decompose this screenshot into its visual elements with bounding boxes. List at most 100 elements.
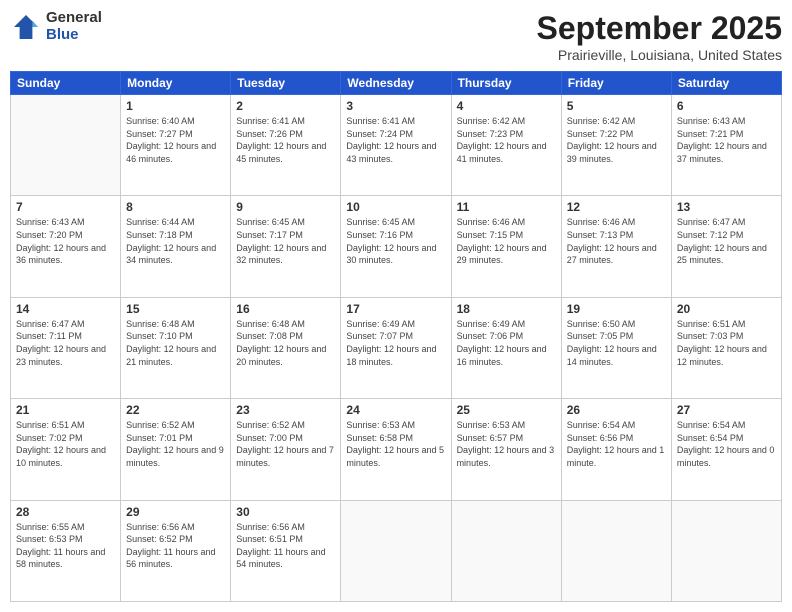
sunset-text: Sunset: 7:16 PM (346, 230, 413, 240)
sunset-text: Sunset: 7:20 PM (16, 230, 83, 240)
sunset-text: Sunset: 6:56 PM (567, 433, 634, 443)
day-number: 26 (567, 403, 666, 417)
day-number: 25 (457, 403, 556, 417)
daylight-text: Daylight: 12 hours and 36 minutes. (16, 243, 106, 266)
daylight-text: Daylight: 12 hours and 25 minutes. (677, 243, 767, 266)
sunset-text: Sunset: 6:54 PM (677, 433, 744, 443)
calendar-week-row: 7Sunrise: 6:43 AMSunset: 7:20 PMDaylight… (11, 196, 782, 297)
title-block: September 2025 Prairieville, Louisiana, … (537, 10, 782, 63)
sunset-text: Sunset: 7:24 PM (346, 129, 413, 139)
day-info: Sunrise: 6:54 AMSunset: 6:56 PMDaylight:… (567, 419, 666, 469)
day-number: 24 (346, 403, 445, 417)
sunrise-text: Sunrise: 6:54 AM (567, 420, 636, 430)
day-number: 30 (236, 505, 335, 519)
logo-blue-text: Blue (46, 27, 102, 44)
day-number: 4 (457, 99, 556, 113)
page: General Blue September 2025 Prairieville… (0, 0, 792, 612)
logo-text: General Blue (46, 10, 102, 43)
day-info: Sunrise: 6:46 AMSunset: 7:15 PMDaylight:… (457, 216, 556, 266)
sunset-text: Sunset: 6:57 PM (457, 433, 524, 443)
table-row: 23Sunrise: 6:52 AMSunset: 7:00 PMDayligh… (231, 399, 341, 500)
table-row: 15Sunrise: 6:48 AMSunset: 7:10 PMDayligh… (121, 297, 231, 398)
day-number: 9 (236, 200, 335, 214)
day-info: Sunrise: 6:40 AMSunset: 7:27 PMDaylight:… (126, 115, 225, 165)
sunset-text: Sunset: 7:21 PM (677, 129, 744, 139)
table-row (561, 500, 671, 601)
daylight-text: Daylight: 12 hours and 20 minutes. (236, 344, 326, 367)
daylight-text: Daylight: 12 hours and 10 minutes. (16, 445, 106, 468)
day-info: Sunrise: 6:54 AMSunset: 6:54 PMDaylight:… (677, 419, 776, 469)
sunset-text: Sunset: 7:07 PM (346, 331, 413, 341)
table-row: 20Sunrise: 6:51 AMSunset: 7:03 PMDayligh… (671, 297, 781, 398)
day-info: Sunrise: 6:47 AMSunset: 7:12 PMDaylight:… (677, 216, 776, 266)
day-number: 29 (126, 505, 225, 519)
calendar-week-row: 28Sunrise: 6:55 AMSunset: 6:53 PMDayligh… (11, 500, 782, 601)
daylight-text: Daylight: 12 hours and 21 minutes. (126, 344, 216, 367)
day-info: Sunrise: 6:42 AMSunset: 7:22 PMDaylight:… (567, 115, 666, 165)
table-row: 28Sunrise: 6:55 AMSunset: 6:53 PMDayligh… (11, 500, 121, 601)
daylight-text: Daylight: 12 hours and 3 minutes. (457, 445, 555, 468)
table-row: 1Sunrise: 6:40 AMSunset: 7:27 PMDaylight… (121, 95, 231, 196)
day-number: 10 (346, 200, 445, 214)
sunset-text: Sunset: 7:13 PM (567, 230, 634, 240)
table-row: 6Sunrise: 6:43 AMSunset: 7:21 PMDaylight… (671, 95, 781, 196)
sunset-text: Sunset: 7:01 PM (126, 433, 193, 443)
title-month: September 2025 (537, 10, 782, 47)
day-info: Sunrise: 6:47 AMSunset: 7:11 PMDaylight:… (16, 318, 115, 368)
sunrise-text: Sunrise: 6:41 AM (346, 116, 415, 126)
sunrise-text: Sunrise: 6:52 AM (236, 420, 305, 430)
sunset-text: Sunset: 6:51 PM (236, 534, 303, 544)
day-info: Sunrise: 6:56 AMSunset: 6:52 PMDaylight:… (126, 521, 225, 571)
logo-general-text: General (46, 10, 102, 27)
calendar-table: Sunday Monday Tuesday Wednesday Thursday… (10, 71, 782, 602)
table-row: 24 Sunrise: 6:53 AMSunset: 6:58 PMDayligh… (341, 399, 451, 500)
table-row: 16Sunrise: 6:48 AMSunset: 7:08 PMDayligh… (231, 297, 341, 398)
day-number: 22 (126, 403, 225, 417)
logo: General Blue (10, 10, 102, 43)
sunrise-text: Sunrise: 6:51 AM (16, 420, 85, 430)
sunrise-text: Sunrise: 6:43 AM (16, 217, 85, 227)
sunrise-text: Sunrise: 6:51 AM (677, 319, 746, 329)
sunrise-text: Sunrise: 6:47 AM (16, 319, 85, 329)
day-number: 16 (236, 302, 335, 316)
day-info: Sunrise: 6:41 AMSunset: 7:24 PMDaylight:… (346, 115, 445, 165)
day-info: Sunrise: 6:51 AM Sunset: 7:02 PM Daylight:… (16, 419, 115, 469)
day-info: Sunrise: 6:45 AMSunset: 7:16 PMDaylight:… (346, 216, 445, 266)
daylight-text: Daylight: 12 hours and 46 minutes. (126, 141, 216, 164)
sunrise-text: Sunrise: 6:46 AM (457, 217, 526, 227)
sunrise-text: Sunrise: 6:46 AM (567, 217, 636, 227)
day-info: Sunrise: 6:43 AMSunset: 7:21 PMDaylight:… (677, 115, 776, 165)
sunset-text: Sunset: 7:17 PM (236, 230, 303, 240)
sunset-text: Sunset: 7:05 PM (567, 331, 634, 341)
day-info: Sunrise: 6:41 AMSunset: 7:26 PMDaylight:… (236, 115, 335, 165)
sunset-text: Sunset: 7:03 PM (677, 331, 744, 341)
daylight-text: Daylight: 12 hours and 29 minutes. (457, 243, 547, 266)
table-row: 13Sunrise: 6:47 AMSunset: 7:12 PMDayligh… (671, 196, 781, 297)
table-row: 22Sunrise: 6:52 AMSunset: 7:01 PMDayligh… (121, 399, 231, 500)
calendar-header-row: Sunday Monday Tuesday Wednesday Thursday… (11, 72, 782, 95)
day-number: 8 (126, 200, 225, 214)
table-row: 7Sunrise: 6:43 AMSunset: 7:20 PMDaylight… (11, 196, 121, 297)
day-info: Sunrise: 6:53 AMSunset: 6:57 PMDaylight:… (457, 419, 556, 469)
title-location: Prairieville, Louisiana, United States (537, 47, 782, 63)
day-info: Sunrise: 6:53 AMSunset: 6:58 PMDaylight:… (346, 419, 445, 469)
sunset-text: Sunset: 7:23 PM (457, 129, 524, 139)
calendar-week-row: 21Sunrise: 6:51 AMSunset: 7:02 PMDayligh… (11, 399, 782, 500)
day-number: 12 (567, 200, 666, 214)
daylight-text: Daylight: 12 hours and 5 minutes. (346, 445, 444, 468)
daylight-text: Daylight: 11 hours and 54 minutes. (236, 547, 325, 570)
table-row (11, 95, 121, 196)
day-info: Sunrise: 6:56 AMSunset: 6:51 PMDaylight:… (236, 521, 335, 571)
sunrise-text: Sunrise: 6:41 AM (236, 116, 305, 126)
table-row: 26Sunrise: 6:54 AMSunset: 6:56 PMDayligh… (561, 399, 671, 500)
header: General Blue September 2025 Prairieville… (10, 10, 782, 63)
daylight-text: Daylight: 12 hours and 9 minutes. (126, 445, 224, 468)
sunrise-text: Sunrise: 6:49 AM (457, 319, 526, 329)
calendar-week-row: 1Sunrise: 6:40 AMSunset: 7:27 PMDaylight… (11, 95, 782, 196)
day-number: 17 (346, 302, 445, 316)
sunset-text: Sunset: 7:02 PM (16, 433, 83, 443)
daylight-text: Daylight: 12 hours and 7 minutes. (236, 445, 334, 468)
calendar-week-row: 14Sunrise: 6:47 AMSunset: 7:11 PMDayligh… (11, 297, 782, 398)
sunset-text: Sunset: 7:00 PM (236, 433, 303, 443)
table-row (671, 500, 781, 601)
